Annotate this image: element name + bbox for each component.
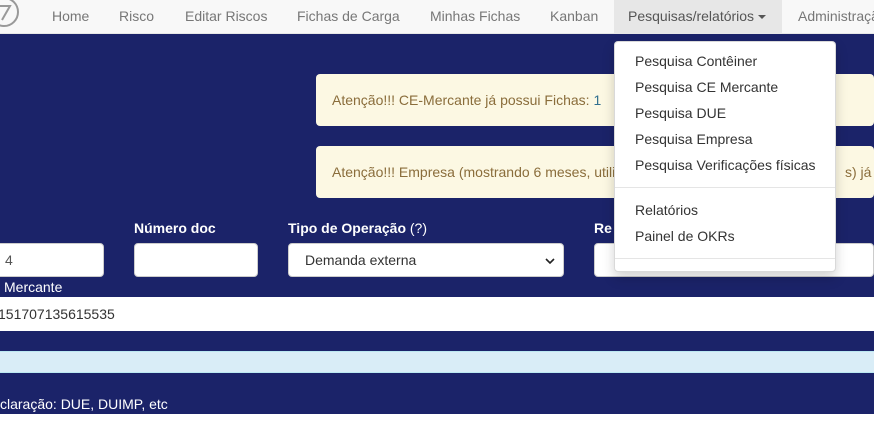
menu-item-pesquisa-conteiner[interactable]: Pesquisa Contêiner	[635, 48, 757, 74]
help-link[interactable]: (?)	[410, 220, 427, 236]
nav-pesquisas-label: Pesquisas/relatórios	[628, 8, 755, 24]
declaracao-label: claração: DUE, DUIMP, etc	[0, 396, 168, 412]
chevron-down-icon	[545, 258, 555, 265]
nav-editar-riscos[interactable]: Editar Riscos	[185, 0, 267, 34]
menu-divider	[615, 187, 835, 188]
alert-ce-mercante-link[interactable]: 1	[593, 92, 601, 108]
first-input[interactable]: 4	[0, 243, 104, 277]
tipo-operacao-label: Tipo de Operação (?)	[288, 220, 428, 236]
menu-item-relatorios[interactable]: Relatórios	[635, 197, 698, 223]
menu-item-pesquisa-due[interactable]: Pesquisa DUE	[635, 100, 726, 126]
nav-minhas-fichas[interactable]: Minhas Fichas	[430, 0, 520, 34]
alert-ce-mercante-text: Atenção!!! CE-Mercante já possui Fichas:	[332, 92, 594, 108]
nav-home[interactable]: Home	[52, 0, 89, 34]
menu-item-pesquisa-empresa[interactable]: Pesquisa Empresa	[635, 126, 753, 152]
nav-fichas-de-carga[interactable]: Fichas de Carga	[297, 0, 400, 34]
nav-pesquisas-relatorios[interactable]: Pesquisas/relatórios	[614, 0, 782, 34]
numero-doc-label: Número doc	[134, 220, 216, 236]
nav-risco[interactable]: Risco	[119, 0, 154, 34]
alert-empresa-text: Atenção!!! Empresa (mostrando 6 meses, u…	[332, 164, 616, 180]
menu-divider	[615, 258, 835, 259]
tipo-operacao-select[interactable]: Demanda externa	[288, 243, 564, 277]
menu-item-pesquisa-verificacoes-fisicas[interactable]: Pesquisa Verificações físicas	[635, 152, 816, 178]
brand-logo-icon[interactable]	[0, 0, 22, 30]
menu-item-painel-okrs[interactable]: Painel de OKRs	[635, 223, 735, 249]
nav-kanban[interactable]: Kanban	[550, 0, 598, 34]
info-bar	[0, 351, 874, 373]
menu-item-pesquisa-ce-mercante[interactable]: Pesquisa CE Mercante	[635, 74, 778, 100]
ce-mercante-input[interactable]: 151707135615535	[0, 297, 874, 331]
tipo-operacao-value: Demanda externa	[305, 252, 417, 268]
caret-down-icon	[758, 15, 767, 20]
top-navbar: Home Risco Editar Riscos Fichas de Carga…	[0, 0, 874, 34]
req-label: Re	[594, 220, 612, 236]
numero-doc-input[interactable]	[134, 243, 258, 277]
ce-mercante-value: 151707135615535	[0, 306, 115, 322]
nav-administracao[interactable]: Administraçã	[798, 0, 874, 34]
ce-mercante-label: Mercante	[4, 279, 63, 295]
alert-empresa-tail: s) já po	[845, 164, 874, 180]
declaracao-input[interactable]	[0, 414, 874, 422]
pesquisas-dropdown-menu: Pesquisa Contêiner Pesquisa CE Mercante …	[614, 41, 836, 272]
